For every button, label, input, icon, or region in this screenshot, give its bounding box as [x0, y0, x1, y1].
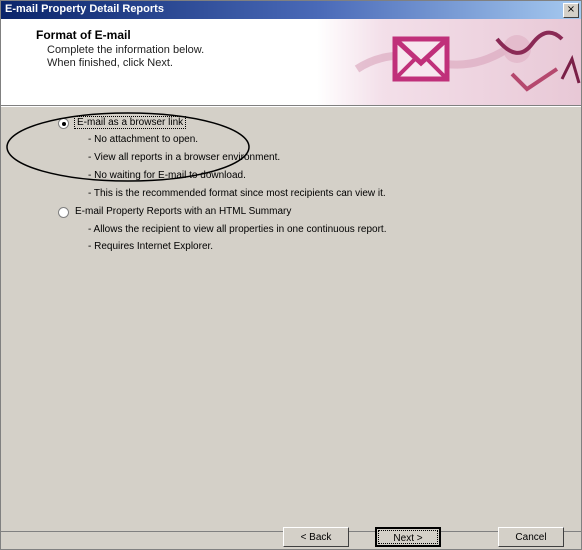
window-title: E-mail Property Detail Reports [5, 3, 164, 15]
option-html-summary-detail-1: - Allows the recipient to view all prope… [88, 224, 387, 235]
wizard-dialog: E-mail Property Detail Reports × Format … [0, 0, 582, 550]
option-browser-link-label[interactable]: E-mail as a browser link [73, 116, 187, 129]
option-html-summary-label[interactable]: E-mail Property Reports with an HTML Sum… [75, 206, 291, 217]
header-divider-highlight [1, 106, 581, 107]
back-button-label: < Back [300, 532, 332, 543]
radio-selected-dot [61, 121, 66, 126]
back-button[interactable]: < Back [283, 527, 349, 547]
close-button[interactable]: × [563, 3, 579, 18]
option-html-summary-radio[interactable] [58, 207, 69, 218]
cancel-button[interactable]: Cancel [498, 527, 564, 547]
close-icon: × [566, 4, 576, 15]
header-subtitle-line1: Complete the information below. [47, 44, 205, 56]
cancel-button-label: Cancel [515, 532, 547, 543]
header-subtitle-line2: When finished, click Next. [47, 57, 173, 69]
option-browser-link-radio[interactable] [58, 118, 69, 129]
next-button-focus-ring [378, 530, 438, 544]
title-bar[interactable]: E-mail Property Detail Reports × [1, 1, 581, 19]
option-browser-link-detail-4: - This is the recommended format since m… [88, 188, 386, 199]
wizard-header: Format of E-mail Complete the informatio… [1, 19, 581, 105]
envelope-banner-icon [317, 19, 581, 105]
option-browser-link-detail-3: - No waiting for E-mail to download. [88, 170, 246, 181]
header-title: Format of E-mail [36, 28, 131, 42]
option-browser-link-detail-2: - View all reports in a browser environm… [88, 152, 281, 163]
next-button[interactable]: Next > [375, 527, 441, 547]
option-browser-link-detail-1: - No attachment to open. [88, 134, 199, 145]
option-html-summary-detail-2: - Requires Internet Explorer. [88, 241, 214, 252]
